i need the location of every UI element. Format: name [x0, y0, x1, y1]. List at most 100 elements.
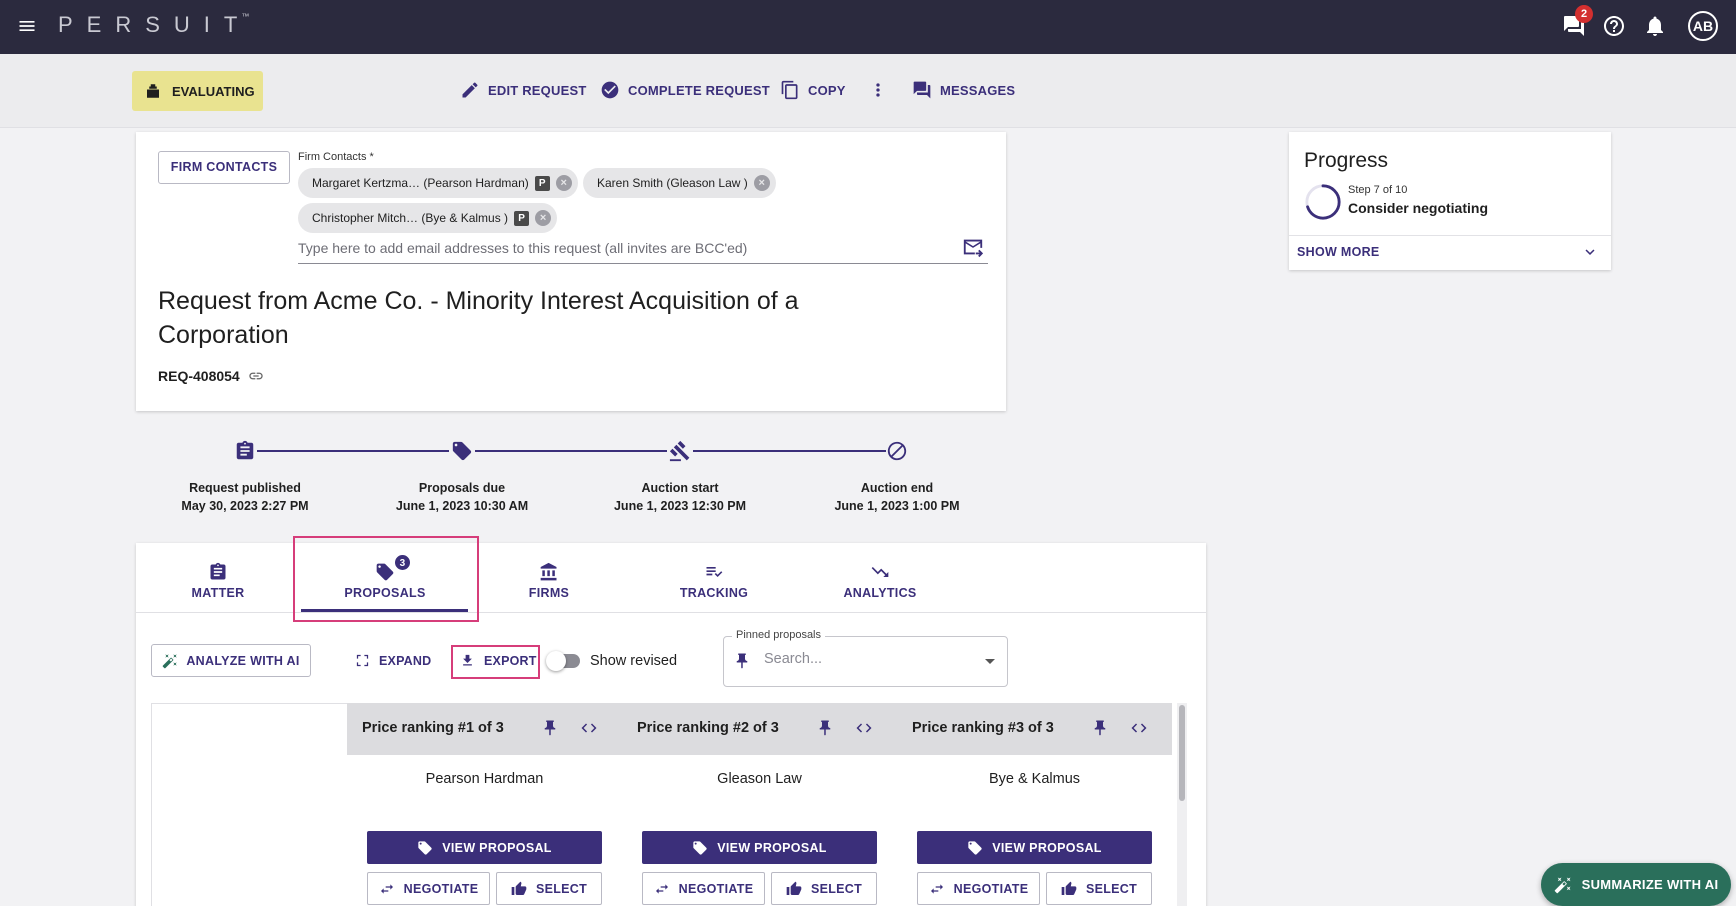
remove-contact-icon[interactable]: × [555, 175, 572, 191]
tab-firms[interactable]: FIRMS [469, 543, 629, 613]
timeline-step-label: Proposals due [418, 481, 506, 495]
bell-icon[interactable] [1643, 14, 1667, 38]
caret-down-icon[interactable] [985, 659, 995, 664]
tab-label: FIRMS [528, 586, 570, 600]
timeline-step-label: Request published [189, 481, 301, 495]
proposal-column: Price ranking #3 of 3 Bye & Kalmus VIEW … [897, 703, 1172, 906]
summarize-with-ai-button[interactable]: SUMMARIZE WITH AI [1541, 863, 1731, 906]
pin-icon[interactable] [816, 719, 834, 737]
tag-icon [968, 840, 982, 855]
magic-wand-icon [163, 653, 178, 668]
messages-button[interactable]: MESSAGES [912, 80, 1015, 100]
edit-request-button[interactable]: EDIT REQUEST [460, 80, 586, 100]
contact-chip[interactable]: Margaret Kertzma… (Pearson Hardman) P × [298, 168, 578, 198]
contact-chip[interactable]: Karen Smith (Gleason Law ) × [583, 168, 776, 198]
timeline-step-label: Auction end [860, 481, 934, 495]
progress-title: Progress [1304, 149, 1389, 172]
tab-label: TRACKING [679, 586, 749, 600]
show-revised-label: Show revised [590, 653, 678, 669]
tag-icon [452, 441, 472, 461]
select-button[interactable]: SELECT [1046, 872, 1152, 905]
price-ranking-label: Price ranking #3 of 3 [912, 720, 1054, 736]
select-button[interactable]: SELECT [771, 872, 877, 905]
thumb-up-icon [1061, 881, 1077, 895]
timeline-step: Proposals due June 1, 2023 10:30 AM [362, 479, 562, 515]
proposal-column-header: Price ranking #3 of 3 [897, 703, 1172, 755]
comparison-scrollbar-thumb[interactable] [1179, 705, 1185, 801]
select-label: SELECT [535, 881, 588, 896]
tab-tracking[interactable]: TRACKING [634, 543, 794, 613]
move-column-icon[interactable] [854, 719, 874, 737]
tab-label: ANALYTICS [843, 586, 917, 600]
timeline-step: Auction start June 1, 2023 12:30 PM [580, 479, 780, 515]
firm-name: Gleason Law [717, 771, 802, 787]
firm-contacts-button[interactable]: FIRM CONTACTS [158, 151, 290, 184]
complete-request-button[interactable]: COMPLETE REQUEST [600, 80, 770, 100]
view-proposal-label: VIEW PROPOSAL [992, 840, 1102, 855]
help-icon[interactable] [1602, 14, 1626, 38]
menu-icon[interactable] [17, 16, 37, 36]
pinned-search-input[interactable]: Search... [764, 651, 822, 667]
view-proposal-label: VIEW PROPOSAL [442, 840, 552, 855]
expand-icon [356, 654, 369, 667]
view-proposal-button[interactable]: VIEW PROPOSAL [367, 831, 602, 864]
edit-request-label: EDIT REQUEST [488, 82, 587, 98]
select-label: SELECT [1085, 881, 1138, 896]
contact-chip[interactable]: Christopher Mitch… (Bye & Kalmus ) P × [298, 203, 558, 233]
progress-step: Step 7 of 10 [1348, 184, 1408, 196]
chevron-down-icon[interactable] [1581, 243, 1599, 261]
check-circle-icon [601, 81, 619, 99]
proposals-panel: MATTER 3 PROPOSALS FIRMS TRACKING ANALYT… [136, 536, 1206, 906]
tab-label: MATTER [191, 586, 245, 600]
pin-icon[interactable] [1091, 719, 1109, 737]
select-button[interactable]: SELECT [496, 872, 602, 905]
messages-count-badge: 2 [1575, 5, 1593, 23]
remove-contact-icon[interactable]: × [753, 175, 770, 191]
move-column-icon[interactable] [579, 719, 599, 737]
negotiate-label: NEGOTIATE [953, 881, 1029, 896]
clipboard-icon [236, 440, 254, 460]
firm-name: Pearson Hardman [425, 771, 544, 787]
swap-icon [930, 883, 943, 894]
negotiate-button[interactable]: NEGOTIATE [917, 872, 1040, 905]
contact-name: Margaret Kertzma… (Pearson Hardman) [312, 176, 529, 190]
firm-contacts-label: Firm Contacts * [298, 151, 374, 163]
user-avatar[interactable]: AB [1688, 11, 1718, 41]
timeline-step-date: June 1, 2023 12:30 PM [613, 499, 747, 513]
timeline-step: Request published May 30, 2023 2:27 PM [145, 479, 345, 515]
view-proposal-button[interactable]: VIEW PROPOSAL [642, 831, 877, 864]
timeline-step-date: June 1, 2023 10:30 AM [395, 499, 529, 513]
timeline-connector [693, 450, 886, 452]
pinned-proposals-select[interactable]: Pinned proposals Search... [723, 629, 1008, 687]
tab-matter[interactable]: MATTER [138, 543, 298, 613]
expand-button[interactable]: EXPAND [355, 653, 431, 668]
remove-contact-icon[interactable]: × [535, 210, 552, 226]
price-ranking-label: Price ranking #2 of 3 [637, 720, 779, 736]
email-field[interactable] [298, 232, 988, 264]
persuit-logo[interactable]: PERSUIT™ [58, 12, 249, 38]
summarize-label: SUMMARIZE WITH AI [1581, 877, 1719, 892]
thumb-up-icon [786, 881, 802, 895]
timeline-connector [475, 450, 667, 452]
show-revised-toggle[interactable] [546, 651, 580, 671]
view-proposal-button[interactable]: VIEW PROPOSAL [917, 831, 1152, 864]
trending-down-icon [871, 567, 889, 577]
pencil-icon [462, 82, 478, 98]
copy-button[interactable]: COPY [780, 80, 846, 100]
price-ranking-label: Price ranking #1 of 3 [362, 720, 504, 736]
show-more-button[interactable]: SHOW MORE [1297, 245, 1380, 259]
link-icon[interactable] [248, 368, 264, 384]
status-label: EVALUATING [172, 83, 255, 99]
more-options-button[interactable] [868, 80, 888, 100]
tab-analytics[interactable]: ANALYTICS [800, 543, 960, 613]
proposal-column: Price ranking #2 of 3 Gleason Law VIEW P… [622, 703, 897, 906]
move-column-icon[interactable] [1129, 719, 1149, 737]
request-id-label: REQ-408054 [158, 368, 240, 384]
negotiate-button[interactable]: NEGOTIATE [642, 872, 765, 905]
pin-icon[interactable] [541, 719, 559, 737]
analyze-with-ai-button[interactable]: ANALYZE WITH AI [151, 644, 311, 677]
negotiate-button[interactable]: NEGOTIATE [367, 872, 490, 905]
page-title: Request from Acme Co. - Minority Interes… [158, 287, 799, 349]
send-mail-icon[interactable] [962, 236, 984, 258]
timeline-step-date: May 30, 2023 2:27 PM [181, 499, 309, 513]
